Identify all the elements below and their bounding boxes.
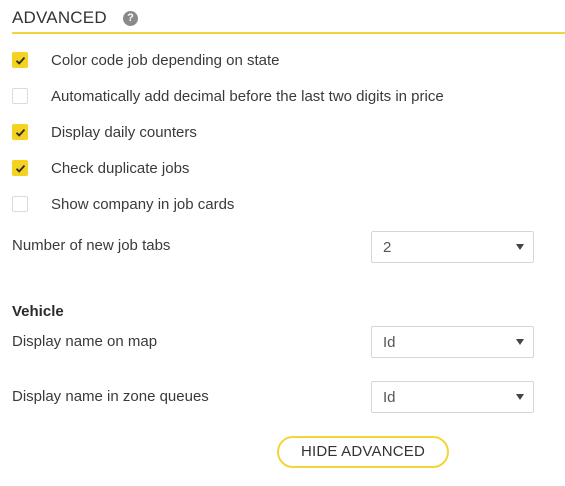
help-icon[interactable]: ?: [123, 11, 138, 26]
zone-queue-name-select[interactable]: Id: [371, 381, 534, 413]
zone-queue-name-label: Display name in zone queues: [12, 388, 209, 405]
caret-down-icon: [516, 339, 524, 345]
duplicate-jobs-label: Check duplicate jobs: [51, 159, 190, 177]
option-daily-counters[interactable]: Display daily counters: [12, 121, 197, 143]
option-duplicate-jobs[interactable]: Check duplicate jobs: [12, 157, 189, 179]
color-code-label: Color code job depending on state: [51, 51, 280, 69]
check-icon: [15, 164, 26, 173]
caret-down-icon: [516, 394, 524, 400]
vehicle-heading: Vehicle: [12, 303, 64, 320]
daily-counters-label: Display daily counters: [51, 123, 197, 141]
option-color-code-job[interactable]: Color code job depending on state: [12, 49, 280, 71]
option-auto-decimal[interactable]: Automatically add decimal before the las…: [12, 85, 444, 107]
new-job-tabs-select[interactable]: 2: [371, 231, 534, 263]
company-in-cards-label: Show company in job cards: [51, 195, 235, 213]
check-icon: [15, 56, 26, 65]
map-name-label: Display name on map: [12, 333, 158, 350]
color-code-checkbox[interactable]: [12, 52, 28, 68]
check-icon: [15, 128, 26, 137]
daily-counters-checkbox[interactable]: [12, 124, 28, 140]
map-name-select[interactable]: Id: [371, 326, 534, 358]
section-title: ADVANCED: [12, 8, 107, 27]
auto-decimal-checkbox[interactable]: [12, 88, 28, 104]
new-job-tabs-value: 2: [383, 239, 392, 256]
company-in-cards-checkbox[interactable]: [12, 196, 28, 212]
zone-queue-name-value: Id: [383, 389, 396, 406]
advanced-section-header: ADVANCED ?: [12, 8, 565, 34]
option-company-in-cards[interactable]: Show company in job cards: [12, 193, 234, 215]
caret-down-icon: [516, 244, 524, 250]
duplicate-jobs-checkbox[interactable]: [12, 160, 28, 176]
auto-decimal-label: Automatically add decimal before the las…: [51, 87, 444, 105]
hide-advanced-button[interactable]: HIDE ADVANCED: [277, 436, 449, 468]
map-name-value: Id: [383, 334, 396, 351]
new-job-tabs-label: Number of new job tabs: [12, 237, 171, 254]
